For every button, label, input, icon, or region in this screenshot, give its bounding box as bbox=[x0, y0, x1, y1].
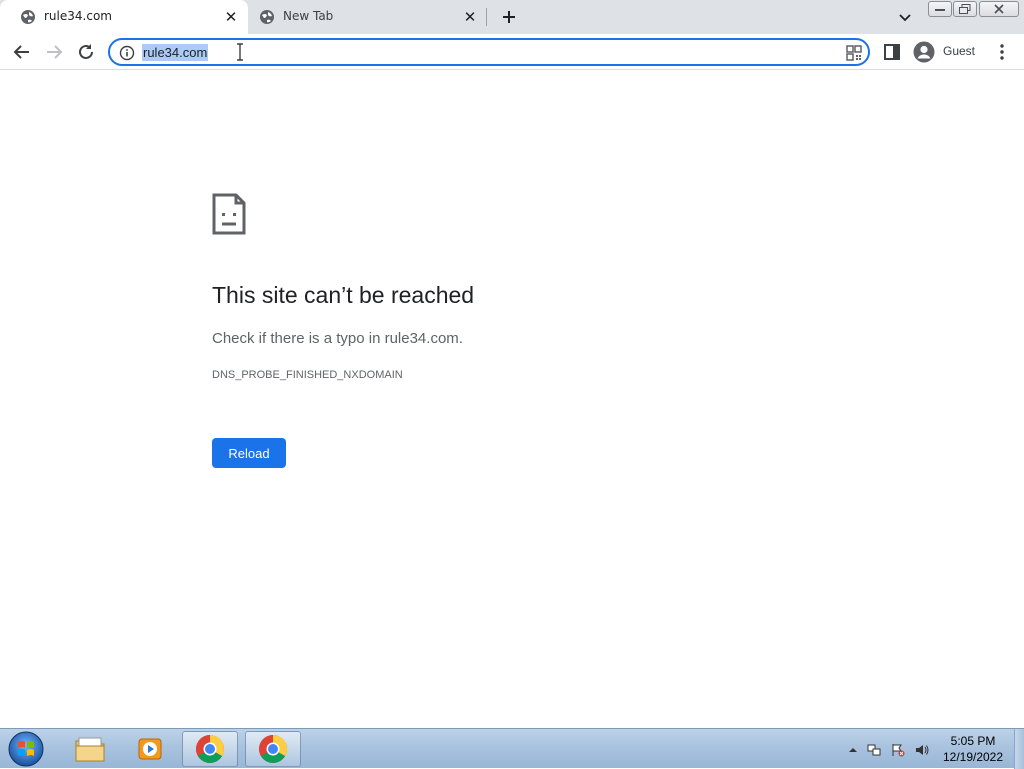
minimize-button[interactable] bbox=[928, 1, 952, 17]
tab-title: New Tab bbox=[283, 9, 334, 23]
reload-icon[interactable] bbox=[76, 42, 96, 62]
chrome-icon bbox=[259, 735, 287, 763]
taskbar-chrome[interactable] bbox=[245, 731, 301, 767]
profile-label: Guest bbox=[943, 44, 976, 58]
taskbar-chrome[interactable] bbox=[182, 731, 238, 767]
minimize-icon bbox=[935, 9, 945, 11]
forward-arrow-icon[interactable] bbox=[44, 42, 64, 62]
address-bar[interactable]: rule34.com bbox=[108, 38, 870, 66]
tab-rule34[interactable]: rule34.com ✕ bbox=[0, 0, 248, 34]
error-code: DNS_PROBE_FINISHED_NXDOMAIN bbox=[212, 369, 403, 381]
url-text[interactable]: rule34.com bbox=[142, 44, 209, 61]
action-center-icon[interactable] bbox=[891, 743, 905, 757]
avatar-icon bbox=[913, 41, 935, 63]
media-player-icon bbox=[138, 738, 162, 760]
reload-button[interactable]: Reload bbox=[212, 438, 286, 468]
folder-icon bbox=[75, 737, 105, 762]
error-description: Check if there is a typo in rule34.com. bbox=[212, 330, 463, 347]
taskbar-explorer[interactable] bbox=[62, 731, 118, 767]
close-tab-icon[interactable]: ✕ bbox=[223, 9, 239, 25]
clock-date: 12/19/2022 bbox=[942, 750, 1004, 764]
show-desktop-button[interactable] bbox=[1014, 729, 1024, 769]
network-icon[interactable] bbox=[867, 743, 881, 757]
start-orb-icon[interactable] bbox=[6, 730, 46, 768]
restore-icon bbox=[959, 4, 971, 14]
tab-strip: rule34.com ✕ New Tab ✕ bbox=[0, 0, 1024, 34]
new-tab-button[interactable] bbox=[498, 6, 520, 28]
back-arrow-icon[interactable] bbox=[12, 42, 32, 62]
browser-toolbar: rule34.com Guest bbox=[0, 34, 1024, 70]
info-icon[interactable] bbox=[119, 45, 135, 61]
chrome-icon bbox=[196, 735, 224, 763]
text-cursor-icon bbox=[237, 43, 243, 61]
error-title: This site can’t be reached bbox=[212, 282, 475, 308]
more-menu-icon[interactable] bbox=[992, 42, 1012, 62]
globe-icon bbox=[21, 10, 35, 24]
close-tab-icon[interactable]: ✕ bbox=[462, 9, 478, 25]
taskbar: 5:05 PM 12/19/2022 bbox=[0, 728, 1024, 769]
plus-icon bbox=[503, 11, 515, 23]
tab-new-tab[interactable]: New Tab ✕ bbox=[250, 0, 486, 34]
profile-button[interactable]: Guest bbox=[910, 38, 984, 66]
tab-divider bbox=[486, 8, 487, 26]
show-hidden-icons-icon[interactable] bbox=[846, 743, 860, 757]
page-content: This site can’t be reached Check if ther… bbox=[0, 71, 1024, 728]
side-panel-icon[interactable] bbox=[882, 42, 902, 62]
close-icon bbox=[994, 4, 1004, 14]
qr-code-icon[interactable] bbox=[846, 45, 862, 61]
globe-icon bbox=[260, 10, 274, 24]
tab-title: rule34.com bbox=[44, 9, 112, 23]
volume-icon[interactable] bbox=[915, 743, 929, 757]
tab-search-chevron-icon[interactable] bbox=[896, 8, 914, 26]
clock[interactable]: 5:05 PM 12/19/2022 bbox=[938, 733, 1008, 765]
clock-time: 5:05 PM bbox=[950, 734, 996, 748]
sad-page-icon bbox=[212, 193, 246, 235]
taskbar-media-player[interactable] bbox=[122, 731, 178, 767]
restore-button[interactable] bbox=[953, 1, 977, 17]
close-window-button[interactable] bbox=[979, 1, 1019, 17]
